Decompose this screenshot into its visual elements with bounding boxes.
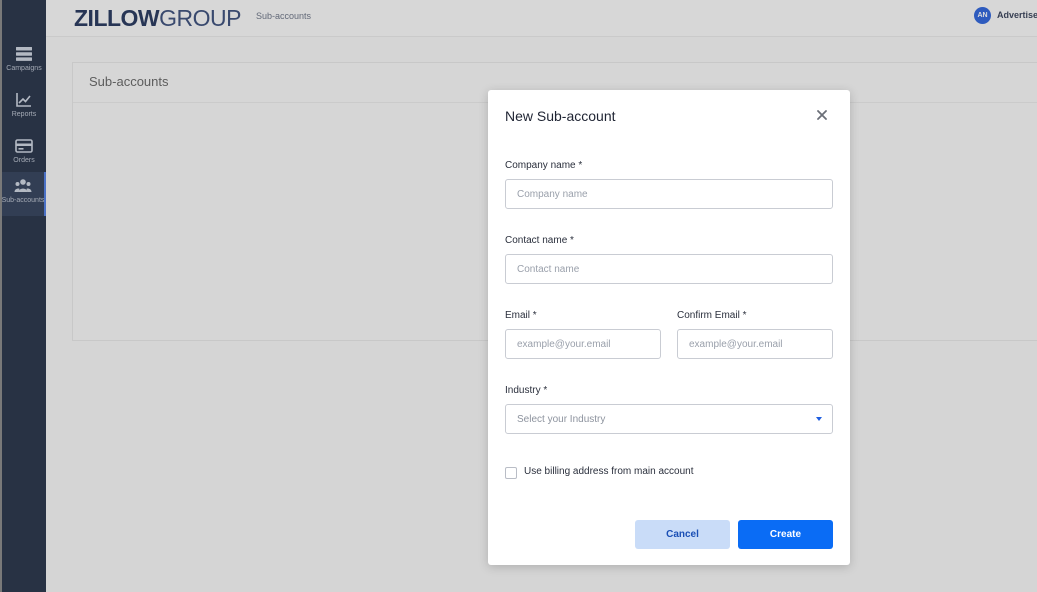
- email-label: Email *: [505, 310, 537, 321]
- close-icon: [817, 110, 827, 120]
- contact-name-input[interactable]: [505, 254, 833, 284]
- chevron-down-icon: [816, 417, 822, 421]
- contact-name-label: Contact name *: [505, 235, 574, 246]
- confirm-email-label: Confirm Email *: [677, 310, 747, 321]
- billing-address-label[interactable]: Use billing address from main account: [524, 466, 694, 477]
- industry-label: Industry *: [505, 385, 548, 396]
- industry-select[interactable]: Select your Industry: [505, 404, 833, 434]
- cancel-button[interactable]: Cancel: [635, 520, 730, 549]
- billing-address-checkbox[interactable]: [505, 467, 517, 479]
- company-name-input[interactable]: [505, 179, 833, 209]
- new-sub-account-dialog: New Sub-account Company name * Contact n…: [488, 90, 850, 565]
- create-button[interactable]: Create: [738, 520, 833, 549]
- confirm-email-input[interactable]: [677, 329, 833, 359]
- company-name-label: Company name *: [505, 160, 583, 171]
- dialog-title: New Sub-account: [505, 108, 616, 124]
- email-input[interactable]: [505, 329, 661, 359]
- industry-select-value: Select your Industry: [517, 413, 606, 425]
- close-button[interactable]: [814, 107, 830, 123]
